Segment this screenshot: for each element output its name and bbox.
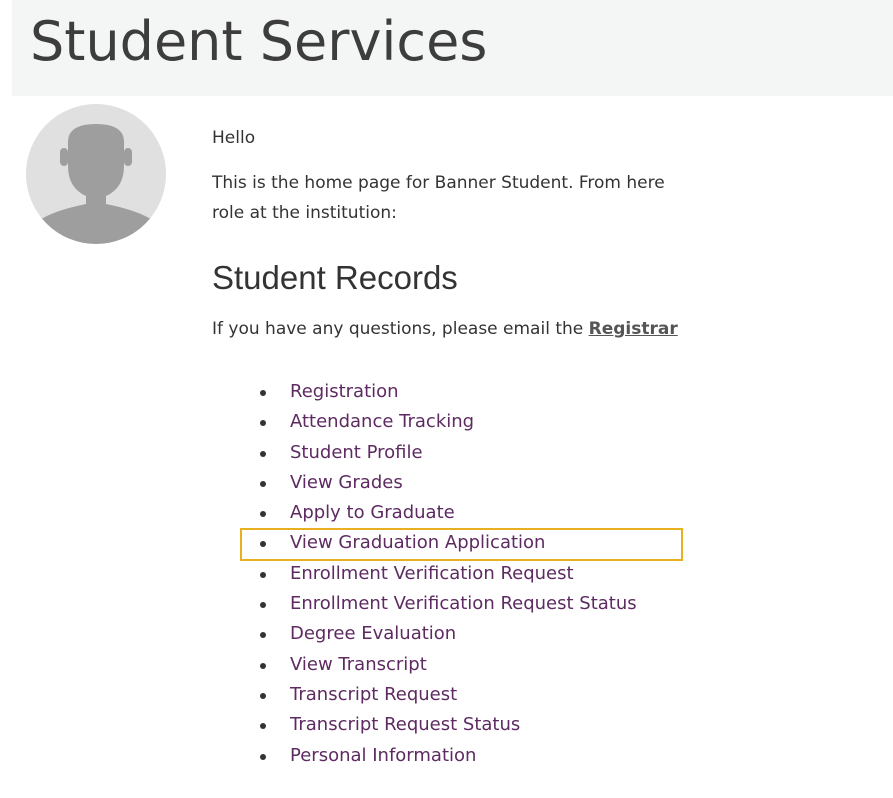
registrar-email-link[interactable]: Registrar [589,319,678,339]
student-profile-link[interactable]: Student Profile [290,442,423,463]
attendance-tracking-link[interactable]: Attendance Tracking [290,411,474,432]
list-item-view-grades: View Grades [212,468,637,498]
personal-information-link[interactable]: Personal Information [290,745,476,766]
apply-to-graduate-link[interactable]: Apply to Graduate [290,502,455,523]
view-graduation-application-link[interactable]: View Graduation Application [290,532,545,553]
view-transcript-link[interactable]: View Transcript [290,654,427,675]
list-item-apply-to-graduate: Apply to Graduate [212,498,637,528]
greeting-text: Hello [212,128,256,148]
list-item-view-transcript: View Transcript [212,650,637,680]
list-item-transcript-request: Transcript Request [212,680,637,710]
list-item-degree-evaluation: Degree Evaluation [212,619,637,649]
page-title: Student Services [30,10,488,73]
registration-link[interactable]: Registration [290,381,399,402]
intro-text-line-2: role at the institution: [212,203,397,223]
list-item-registration: Registration [212,377,637,407]
transcript-request-link[interactable]: Transcript Request [290,684,457,705]
enrollment-verification-request-link[interactable]: Enrollment Verification Request [290,563,574,584]
list-item-personal-information: Personal Information [212,741,637,771]
transcript-request-status-link[interactable]: Transcript Request Status [290,714,520,735]
student-records-list: Registration Attendance Tracking Student… [212,377,637,771]
list-item-transcript-request-status: Transcript Request Status [212,710,637,740]
contact-prefix: If you have any questions, please email … [212,319,589,339]
list-item-student-profile: Student Profile [212,438,637,468]
list-item-view-graduation-application: View Graduation Application [212,528,637,558]
user-avatar-icon [26,104,166,244]
student-records-heading: Student Records [212,259,458,296]
list-item-enrollment-verification-request: Enrollment Verification Request [212,559,637,589]
enrollment-verification-request-status-link[interactable]: Enrollment Verification Request Status [290,593,637,614]
list-item-attendance-tracking: Attendance Tracking [212,407,637,437]
registrar-contact-text: If you have any questions, please email … [212,319,678,339]
degree-evaluation-link[interactable]: Degree Evaluation [290,623,456,644]
intro-text-line-1: This is the home page for Banner Student… [212,173,665,193]
list-item-enrollment-verification-request-status: Enrollment Verification Request Status [212,589,637,619]
view-grades-link[interactable]: View Grades [290,472,403,493]
